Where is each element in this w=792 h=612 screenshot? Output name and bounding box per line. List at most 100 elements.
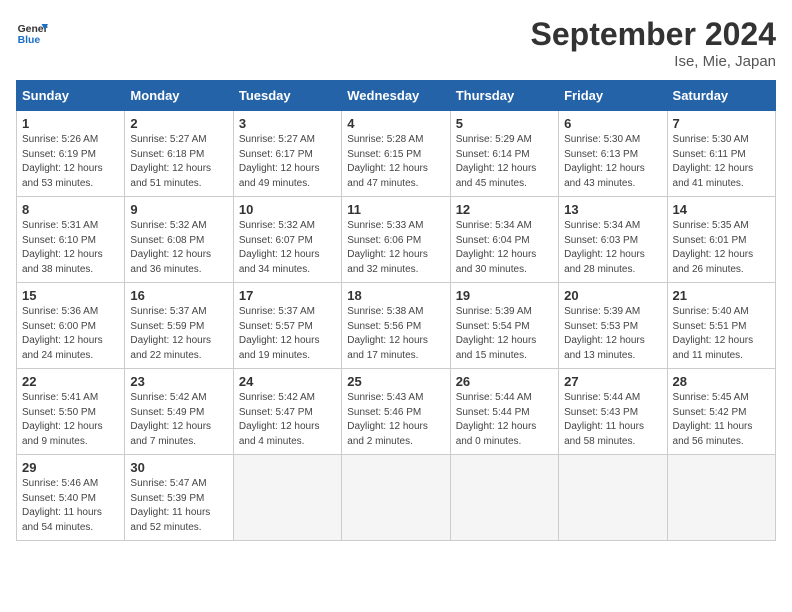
day-number: 23: [130, 374, 227, 389]
calendar-week-5: 29Sunrise: 5:46 AM Sunset: 5:40 PM Dayli…: [17, 455, 776, 541]
calendar-cell: 19 Sunrise: 5:39 AM Sunset: 5:54 PM Dayli…: [450, 283, 558, 369]
logo-icon: General Blue: [16, 16, 48, 48]
day-detail: Sunrise: 5:34 AM Sunset: 6:03 PM Dayligh…: [564, 219, 661, 277]
calendar-table: Sunday Monday Tuesday Wednesday Thursday…: [16, 80, 776, 541]
day-number: 1: [22, 116, 119, 131]
day-number: 25: [347, 374, 444, 389]
day-detail: Sunrise: 5:41 AM Sunset: 5:50 PM Dayligh…: [22, 391, 119, 449]
header-monday: Monday: [125, 81, 233, 111]
day-number: 22: [22, 374, 119, 389]
calendar-cell: 2 Sunrise: 5:27 AM Sunset: 6:18 PM Daylig…: [125, 111, 233, 197]
day-detail: Sunrise: 5:33 AM Sunset: 6:06 PM Dayligh…: [347, 219, 444, 277]
day-detail: Sunrise: 5:39 AM Sunset: 5:53 PM Dayligh…: [564, 305, 661, 363]
day-detail: Sunrise: 5:37 AM Sunset: 5:59 PM Dayligh…: [130, 305, 227, 363]
calendar-cell: 10Sunrise: 5:32 AM Sunset: 6:07 PM Dayli…: [233, 197, 341, 283]
calendar-cell: 28 Sunrise: 5:45 AM Sunset: 5:42 PM Dayli…: [667, 369, 775, 455]
day-detail: Sunrise: 5:26 AM Sunset: 6:19 PM Dayligh…: [22, 133, 119, 191]
calendar-cell: 16 Sunrise: 5:37 AM Sunset: 5:59 PM Dayli…: [125, 283, 233, 369]
day-detail: Sunrise: 5:30 AM Sunset: 6:13 PM Dayligh…: [564, 133, 661, 191]
day-number: 24: [239, 374, 336, 389]
svg-text:Blue: Blue: [18, 35, 41, 46]
calendar-cell: 1 Sunrise: 5:26 AM Sunset: 6:19 PM Daylig…: [17, 111, 125, 197]
calendar-cell: 26 Sunrise: 5:44 AM Sunset: 5:44 PM Dayli…: [450, 369, 558, 455]
logo: General Blue: [16, 16, 48, 48]
day-detail: Sunrise: 5:29 AM Sunset: 6:14 PM Dayligh…: [456, 133, 553, 191]
day-number: 2: [130, 116, 227, 131]
day-number: 19: [456, 288, 553, 303]
day-detail: Sunrise: 5:27 AM Sunset: 6:18 PM Dayligh…: [130, 133, 227, 191]
calendar-cell: 6 Sunrise: 5:30 AM Sunset: 6:13 PM Daylig…: [559, 111, 667, 197]
day-number: 5: [456, 116, 553, 131]
calendar-cell: 12 Sunrise: 5:34 AM Sunset: 6:04 PM Dayli…: [450, 197, 558, 283]
header-thursday: Thursday: [450, 81, 558, 111]
day-number: 15: [22, 288, 119, 303]
day-number: 14: [673, 202, 770, 217]
calendar-week-2: 8Sunrise: 5:31 AM Sunset: 6:10 PM Daylig…: [17, 197, 776, 283]
calendar-cell: 27 Sunrise: 5:44 AM Sunset: 5:43 PM Dayli…: [559, 369, 667, 455]
calendar-cell: 18 Sunrise: 5:38 AM Sunset: 5:56 PM Dayli…: [342, 283, 450, 369]
title-area: September 2024 Ise, Mie, Japan: [531, 16, 776, 70]
day-number: 17: [239, 288, 336, 303]
calendar-cell: 11Sunrise: 5:33 AM Sunset: 6:06 PM Dayli…: [342, 197, 450, 283]
calendar-cell: 3Sunrise: 5:27 AM Sunset: 6:17 PM Daylig…: [233, 111, 341, 197]
day-number: 18: [347, 288, 444, 303]
day-number: 21: [673, 288, 770, 303]
location-subtitle: Ise, Mie, Japan: [531, 53, 776, 70]
day-detail: Sunrise: 5:42 AM Sunset: 5:49 PM Dayligh…: [130, 391, 227, 449]
calendar-cell: 5 Sunrise: 5:29 AM Sunset: 6:14 PM Daylig…: [450, 111, 558, 197]
day-number: 4: [347, 116, 444, 131]
day-detail: Sunrise: 5:39 AM Sunset: 5:54 PM Dayligh…: [456, 305, 553, 363]
calendar-cell: 20Sunrise: 5:39 AM Sunset: 5:53 PM Dayli…: [559, 283, 667, 369]
day-number: 10: [239, 202, 336, 217]
day-number: 16: [130, 288, 227, 303]
weekday-header-row: Sunday Monday Tuesday Wednesday Thursday…: [17, 81, 776, 111]
page-header: General Blue September 2024 Ise, Mie, Ja…: [16, 16, 776, 70]
header-wednesday: Wednesday: [342, 81, 450, 111]
day-detail: Sunrise: 5:34 AM Sunset: 6:04 PM Dayligh…: [456, 219, 553, 277]
day-number: 13: [564, 202, 661, 217]
calendar-cell: [667, 455, 775, 541]
day-number: 12: [456, 202, 553, 217]
day-detail: Sunrise: 5:43 AM Sunset: 5:46 PM Dayligh…: [347, 391, 444, 449]
day-detail: Sunrise: 5:40 AM Sunset: 5:51 PM Dayligh…: [673, 305, 770, 363]
day-number: 26: [456, 374, 553, 389]
day-number: 27: [564, 374, 661, 389]
day-number: 29: [22, 460, 119, 475]
calendar-cell: [342, 455, 450, 541]
header-sunday: Sunday: [17, 81, 125, 111]
day-detail: Sunrise: 5:28 AM Sunset: 6:15 PM Dayligh…: [347, 133, 444, 191]
day-detail: Sunrise: 5:35 AM Sunset: 6:01 PM Dayligh…: [673, 219, 770, 277]
calendar-cell: 23 Sunrise: 5:42 AM Sunset: 5:49 PM Dayli…: [125, 369, 233, 455]
day-detail: Sunrise: 5:27 AM Sunset: 6:17 PM Dayligh…: [239, 133, 336, 191]
calendar-cell: 8Sunrise: 5:31 AM Sunset: 6:10 PM Daylig…: [17, 197, 125, 283]
day-detail: Sunrise: 5:44 AM Sunset: 5:44 PM Dayligh…: [456, 391, 553, 449]
calendar-cell: 7 Sunrise: 5:30 AM Sunset: 6:11 PM Daylig…: [667, 111, 775, 197]
calendar-cell: 25 Sunrise: 5:43 AM Sunset: 5:46 PM Dayli…: [342, 369, 450, 455]
calendar-cell: 21 Sunrise: 5:40 AM Sunset: 5:51 PM Dayli…: [667, 283, 775, 369]
calendar-week-1: 1 Sunrise: 5:26 AM Sunset: 6:19 PM Daylig…: [17, 111, 776, 197]
header-saturday: Saturday: [667, 81, 775, 111]
day-detail: Sunrise: 5:42 AM Sunset: 5:47 PM Dayligh…: [239, 391, 336, 449]
header-tuesday: Tuesday: [233, 81, 341, 111]
calendar-week-4: 22 Sunrise: 5:41 AM Sunset: 5:50 PM Dayli…: [17, 369, 776, 455]
header-friday: Friday: [559, 81, 667, 111]
day-detail: Sunrise: 5:45 AM Sunset: 5:42 PM Dayligh…: [673, 391, 770, 449]
day-detail: Sunrise: 5:38 AM Sunset: 5:56 PM Dayligh…: [347, 305, 444, 363]
calendar-cell: 14 Sunrise: 5:35 AM Sunset: 6:01 PM Dayli…: [667, 197, 775, 283]
calendar-cell: 4 Sunrise: 5:28 AM Sunset: 6:15 PM Daylig…: [342, 111, 450, 197]
calendar-cell: 29Sunrise: 5:46 AM Sunset: 5:40 PM Dayli…: [17, 455, 125, 541]
day-detail: Sunrise: 5:30 AM Sunset: 6:11 PM Dayligh…: [673, 133, 770, 191]
calendar-cell: 15Sunrise: 5:36 AM Sunset: 6:00 PM Dayli…: [17, 283, 125, 369]
calendar-week-3: 15Sunrise: 5:36 AM Sunset: 6:00 PM Dayli…: [17, 283, 776, 369]
calendar-cell: [450, 455, 558, 541]
day-detail: Sunrise: 5:44 AM Sunset: 5:43 PM Dayligh…: [564, 391, 661, 449]
day-number: 30: [130, 460, 227, 475]
calendar-cell: 9Sunrise: 5:32 AM Sunset: 6:08 PM Daylig…: [125, 197, 233, 283]
day-number: 28: [673, 374, 770, 389]
calendar-cell: 30Sunrise: 5:47 AM Sunset: 5:39 PM Dayli…: [125, 455, 233, 541]
calendar-cell: [233, 455, 341, 541]
day-number: 8: [22, 202, 119, 217]
day-number: 6: [564, 116, 661, 131]
day-detail: Sunrise: 5:37 AM Sunset: 5:57 PM Dayligh…: [239, 305, 336, 363]
day-number: 7: [673, 116, 770, 131]
